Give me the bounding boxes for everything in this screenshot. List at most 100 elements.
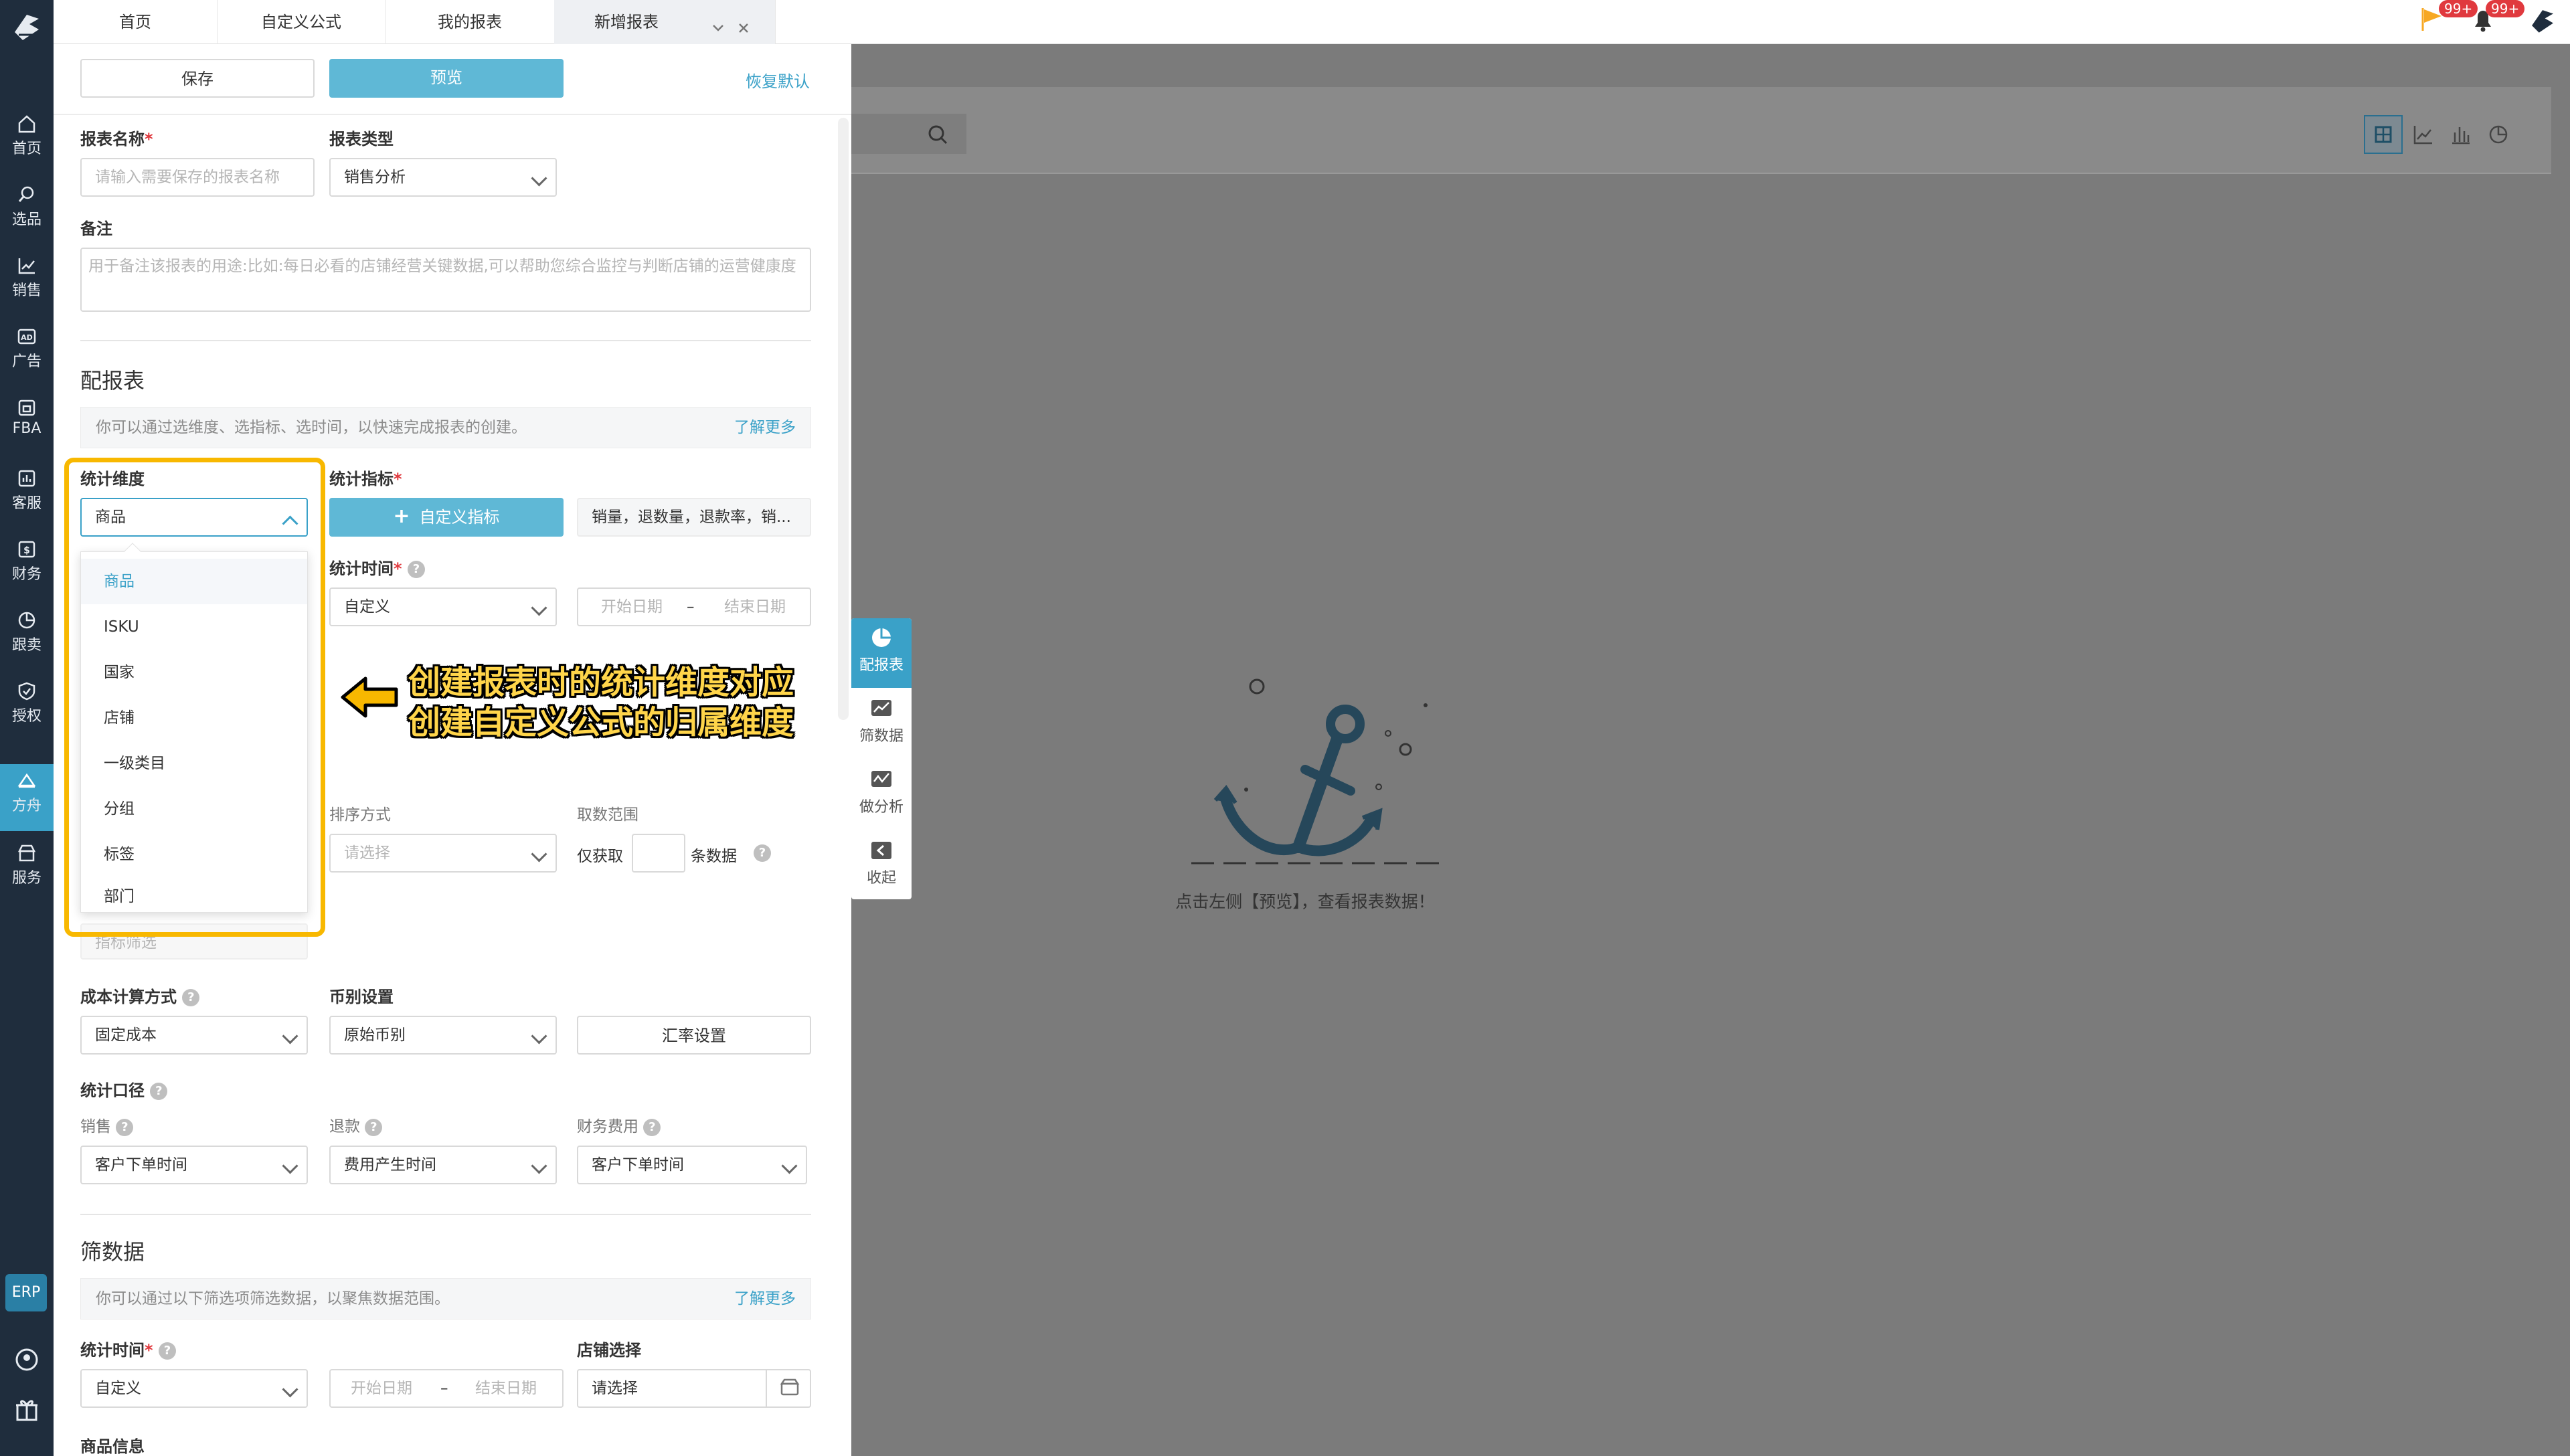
filter-time-select[interactable]: 自定义 (80, 1369, 308, 1408)
tool-label: 收起 (866, 870, 896, 887)
help-icon[interactable]: ? (643, 1118, 661, 1136)
nav-label: 广告 (11, 353, 41, 370)
help-icon[interactable]: ? (365, 1118, 383, 1136)
nav-item-home[interactable]: 首页 (0, 107, 54, 171)
help-icon[interactable]: ? (116, 1118, 134, 1136)
exchange-rate-button[interactable]: 汇率设置 (577, 1016, 811, 1055)
tool-label: 配报表 (859, 657, 904, 674)
filter-date-range-picker[interactable]: 开始日期 – 结束日期 (329, 1369, 564, 1408)
tool-collapse[interactable]: 收起 (851, 831, 912, 901)
report-type-select[interactable]: 销售分析 (329, 158, 557, 197)
svg-text:$: $ (23, 545, 30, 556)
sort-select[interactable]: 请选择 (329, 834, 557, 873)
preview-toolbar (851, 87, 2551, 174)
cost-method-select[interactable]: 固定成本 (80, 1016, 308, 1055)
fee-caliber-label: 财务费用 ? (577, 1113, 661, 1136)
tool-label: 筛数据 (859, 728, 904, 745)
plus-icon: + (393, 505, 410, 528)
line-chart-icon[interactable] (2405, 116, 2442, 153)
date-range-separator: – (440, 1380, 448, 1397)
tab-my-reports[interactable]: 我的报表 (386, 0, 555, 44)
chevron-down-icon (282, 1158, 298, 1174)
store-label: 店铺选择 (577, 1341, 641, 1360)
cost-method-label: 成本计算方式 ? (80, 984, 200, 1007)
range-label: 取数范围 (577, 806, 638, 824)
nav-label: 首页 (11, 141, 41, 157)
nav-item-finance[interactable]: $ 财务 (0, 533, 54, 597)
range-count-input[interactable] (632, 834, 685, 873)
nav-item-ads[interactable]: AD 广告 (0, 320, 54, 384)
refund-caliber-select[interactable]: 费用产生时间 (329, 1146, 557, 1184)
tab-new-report[interactable]: 新增报表 (554, 0, 776, 44)
erp-button[interactable]: ERP (5, 1274, 47, 1311)
nav-label: 方舟 (11, 798, 41, 814)
save-button[interactable]: 保存 (80, 59, 315, 98)
user-avatar-icon[interactable] (2527, 5, 2558, 36)
reset-default-link[interactable]: 恢复默认 (746, 68, 810, 92)
fee-caliber-select[interactable]: 客户下单时间 (577, 1146, 807, 1184)
report-name-input[interactable]: 请输入需要保存的报表名称 (80, 158, 315, 197)
sales-caliber-select[interactable]: 客户下单时间 (80, 1146, 308, 1184)
tool-config-report[interactable]: 配报表 (851, 618, 912, 688)
panel-scrollbar[interactable] (838, 118, 849, 720)
close-icon[interactable] (734, 11, 754, 33)
store-select[interactable]: 请选择 (577, 1369, 811, 1408)
gift-icon[interactable] (13, 1396, 40, 1423)
note-textarea[interactable]: 用于备注该报表的用途:比如:每日必看的店铺经营关键数据,可以帮助您综合监控与判断… (80, 248, 811, 312)
metric-summary[interactable]: 销量，退数量，退款率，销... (577, 498, 811, 537)
ad-icon: AD (17, 329, 36, 345)
currency-label: 币别设置 (329, 988, 394, 1006)
help-icon[interactable]: ? (754, 844, 771, 862)
pie-icon (18, 612, 35, 629)
support-icon[interactable] (13, 1346, 40, 1373)
tool-label: 做分析 (859, 799, 904, 816)
preview-button[interactable]: 预览 (329, 59, 564, 98)
bar-chart-icon[interactable] (2443, 116, 2479, 153)
help-icon[interactable]: ? (182, 989, 200, 1006)
metric-label: 统计指标* (329, 470, 402, 488)
nav-item-follow[interactable]: 跟卖 (0, 604, 54, 668)
tab-home[interactable]: 首页 (54, 0, 218, 44)
nav-item-ark[interactable]: 方舟 (0, 764, 54, 831)
nav-item-services[interactable]: 服务 (0, 836, 54, 901)
help-icon[interactable]: ? (407, 561, 425, 578)
filter-chart-icon (871, 700, 891, 716)
time-label: 统计时间* ? (329, 555, 425, 579)
range-prefix: 仅获取 (577, 848, 623, 865)
filter-hint: 你可以通过以下筛选项筛选数据，以聚焦数据范围。 了解更多 (80, 1278, 811, 1320)
pie-chart-icon[interactable] (2480, 116, 2516, 153)
custom-metric-button[interactable]: + 自定义指标 (329, 498, 564, 537)
chevron-down-icon[interactable] (708, 11, 728, 31)
learn-more-link[interactable]: 了解更多 (734, 1279, 796, 1319)
refund-caliber-label: 退款 ? (329, 1113, 383, 1136)
preview-search-input[interactable] (851, 114, 966, 154)
nav-item-sales[interactable]: 销售 (0, 249, 54, 313)
currency-select[interactable]: 原始币别 (329, 1016, 557, 1055)
tab-bar: 首页 自定义公式 我的报表 新增报表 99+ 99+ (54, 0, 2570, 44)
search-icon[interactable] (926, 123, 949, 146)
tool-filter-data[interactable]: 筛数据 (851, 689, 912, 759)
date-range-picker[interactable]: 开始日期 – 结束日期 (577, 587, 811, 626)
warehouse-icon (18, 399, 35, 416)
home-icon (18, 115, 35, 133)
table-view-icon[interactable] (2364, 115, 2403, 154)
finance-icon: $ (18, 541, 35, 558)
nav-item-fba[interactable]: FBA (0, 391, 54, 455)
arrow-left-icon (339, 674, 400, 720)
empty-state-text: 点击左侧【预览】，查看报表数据！ (1175, 892, 1435, 911)
help-icon[interactable]: ? (150, 1083, 168, 1100)
tab-custom-formula[interactable]: 自定义公式 (217, 0, 386, 44)
nav-item-selection[interactable]: 选品 (0, 178, 54, 242)
ark-icon (17, 773, 36, 788)
analysis-icon (871, 771, 891, 787)
time-select[interactable]: 自定义 (329, 587, 557, 626)
store-picker-icon[interactable] (766, 1370, 811, 1406)
start-date-placeholder: 开始日期 (351, 1380, 412, 1397)
trend-chart-icon (18, 258, 35, 274)
nav-item-auth[interactable]: 授权 (0, 674, 54, 739)
help-icon[interactable]: ? (158, 1342, 176, 1360)
learn-more-link[interactable]: 了解更多 (734, 407, 796, 448)
nav-item-service[interactable]: 客服 (0, 462, 54, 526)
nav-label: 服务 (11, 870, 41, 887)
tool-analyze[interactable]: 做分析 (851, 760, 912, 830)
